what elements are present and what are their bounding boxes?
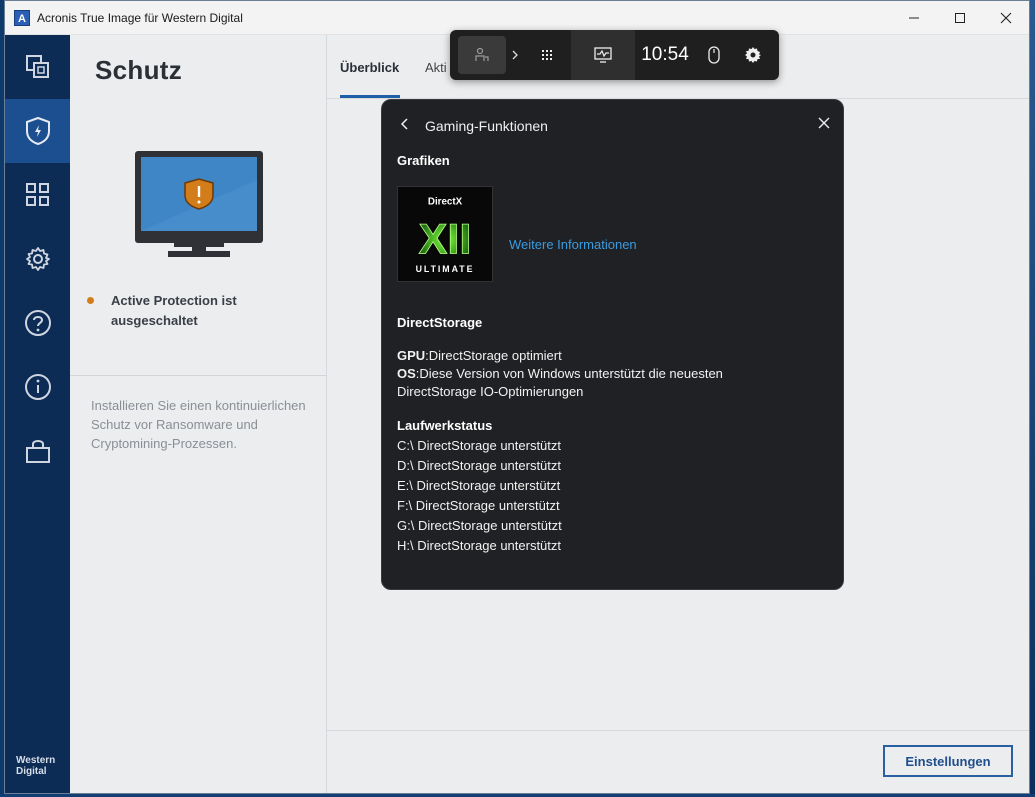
gpu-status: GPU:DirectStorage optimiert [397,347,562,365]
panel-title: Gaming-Funktionen [425,118,548,134]
active-tab-indicator [340,95,400,98]
gpu-label: GPU [397,348,426,363]
sidebar-item-store[interactable] [5,419,70,483]
sidebar-item-backup[interactable] [5,35,70,99]
help-icon [24,310,51,336]
os-status: OS:Diese Version von Windows unterstützt… [397,365,723,383]
svg-text:XII: XII [419,216,472,264]
performance-monitor-icon [594,47,612,63]
western-digital-logo: Western Digital [16,755,55,777]
game-bar-toolbar: 10:54 [450,30,779,80]
brand-line-2: Digital [16,766,47,777]
sidebar: Western Digital [5,35,70,793]
grid-dots-icon [542,50,552,60]
shield-icon [25,116,50,146]
svg-text:DirectX: DirectX [428,197,463,208]
minimize-button[interactable] [891,1,937,35]
tab-overview[interactable]: Überblick [340,60,399,75]
gear-icon [745,47,761,63]
divider [70,375,327,376]
drive-status-item: F:\ DirectStorage unterstützt [397,498,560,513]
directstorage-heading: DirectStorage [397,315,483,330]
drive-status-item: D:\ DirectStorage unterstützt [397,458,562,473]
desktop-wallpaper-edge [1030,0,1035,797]
sidebar-item-info[interactable] [5,355,70,419]
close-icon[interactable] [817,116,831,130]
chevron-right-button[interactable] [506,30,524,80]
xbox-widget-icon [475,47,489,61]
monitor-illustration [135,151,263,257]
mouse-icon [708,46,720,64]
info-icon [24,374,51,400]
sidebar-item-settings[interactable] [5,227,70,291]
more-info-link[interactable]: Weitere Informationen [509,237,637,252]
back-arrow-icon[interactable] [398,117,412,131]
close-icon [1000,12,1012,24]
bag-icon [25,440,50,463]
status-warning-dot [87,297,94,304]
performance-widget-button[interactable] [571,30,635,80]
app-logo-icon: A [14,10,30,26]
drive-status-item: G:\ DirectStorage unterstützt [397,518,562,533]
window-title: Acronis True Image für Western Digital [37,11,243,25]
os-status-line2: DirectStorage IO-Optimierungen [397,384,584,399]
grid-icon [25,183,49,206]
gear-icon [25,247,50,271]
directx-12-ultimate-logo: DirectX XII ULTIMATE [397,186,493,282]
footer-divider [327,730,1029,731]
widget-menu-button[interactable] [458,36,506,74]
brand-line-1: Western [16,755,56,766]
tab-activity[interactable]: Akti [425,60,447,75]
maximize-icon [955,13,965,23]
game-bar-settings-button[interactable] [740,30,766,80]
svg-text:ULTIMATE: ULTIMATE [416,264,475,274]
drive-status-item: H:\ DirectStorage unterstützt [397,538,562,553]
drive-status-item: E:\ DirectStorage unterstützt [397,478,561,493]
gpu-value: :DirectStorage optimiert [425,348,562,363]
protection-status-text: Active Protection ist ausgeschaltet [111,293,237,328]
game-bar-clock: 10:54 [641,44,689,65]
gaming-features-panel: Gaming-Funktionen Grafiken DirectX XII U… [381,99,844,590]
drive-status-item: C:\ DirectStorage unterstützt [397,438,562,453]
settings-button[interactable]: Einstellungen [883,745,1013,777]
sidebar-item-tools[interactable] [5,163,70,227]
drive-status-heading: Laufwerkstatus [397,418,493,433]
graphics-heading: Grafiken [397,153,450,168]
maximize-button[interactable] [937,1,983,35]
shield-warning-icon [184,178,214,210]
sidebar-item-protection[interactable] [5,99,70,163]
os-value: :Diese Version von Windows unterstützt d… [415,366,723,381]
protection-summary-panel: Schutz Active Protection ist ausgeschalt… [70,35,327,793]
chevron-right-icon [512,50,518,60]
close-window-button[interactable] [983,1,1029,35]
sidebar-item-help[interactable] [5,291,70,355]
mouse-settings-button[interactable] [702,30,726,80]
os-label: OS [397,366,416,381]
protection-description: Installieren Sie einen kontinuierlichen … [91,398,306,451]
minimize-icon [909,17,919,19]
page-title: Schutz [95,55,183,85]
widget-launcher-button[interactable] [532,30,562,80]
copy-icon [25,55,49,78]
